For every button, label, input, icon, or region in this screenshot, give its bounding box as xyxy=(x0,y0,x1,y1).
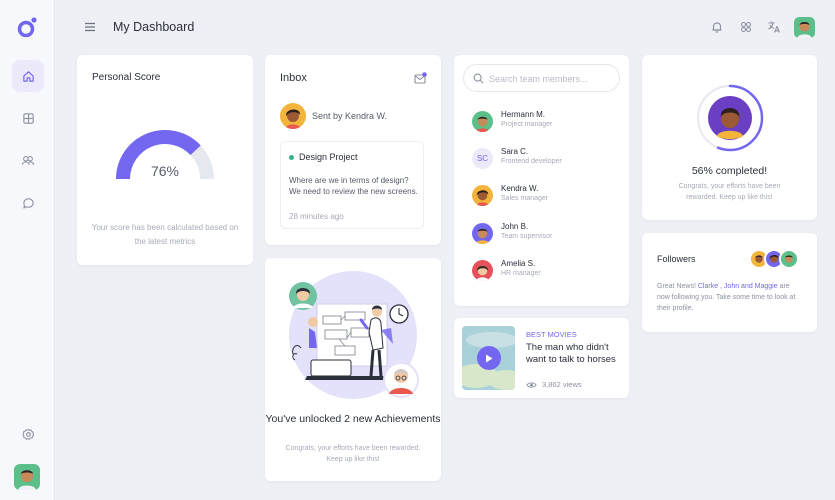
menu-icon[interactable] xyxy=(83,20,97,34)
translate-icon[interactable] xyxy=(767,20,781,34)
bell-icon[interactable] xyxy=(710,20,724,34)
progress-note: Congrats, your efforts have been rewarde… xyxy=(678,183,781,201)
progress-ring xyxy=(696,84,764,152)
achievement-title: You've unlocked 2 new Achievements xyxy=(265,413,441,425)
movie-views: 3,862 views xyxy=(542,380,582,389)
achievement-illustration xyxy=(289,271,419,399)
play-button[interactable] xyxy=(477,346,501,370)
home-icon xyxy=(22,70,34,82)
achievements-card: You've unlocked 2 new Achievements Congr… xyxy=(265,258,441,481)
member-avatar xyxy=(472,260,493,281)
eye-icon xyxy=(526,382,537,388)
score-note: Your score has been calculated based on … xyxy=(91,223,239,246)
play-icon xyxy=(486,354,493,362)
search-box xyxy=(463,64,620,92)
member-role: HR manager xyxy=(501,270,541,277)
users-icon xyxy=(21,155,35,165)
message-body: Where are we in terms of design? We need… xyxy=(289,176,418,196)
score-percent: 76% xyxy=(150,163,180,179)
progress-label: 56% completed! xyxy=(691,165,768,177)
app-logo[interactable] xyxy=(16,16,38,38)
member-initials: SC xyxy=(472,148,493,169)
personal-score-card: Personal Score 76% Your score has been c… xyxy=(77,55,253,265)
search-input[interactable] xyxy=(489,71,614,86)
movie-title: The man who didn't want to talk to horse… xyxy=(526,342,616,365)
profile-avatar[interactable] xyxy=(794,17,815,38)
mail-icon[interactable] xyxy=(414,72,427,84)
message-subject: Design Project xyxy=(299,152,358,162)
page-title: My Dashboard xyxy=(113,20,195,34)
chat-icon xyxy=(22,197,34,209)
sidebar-item-chat[interactable] xyxy=(12,187,44,219)
followers-names[interactable]: Clarke , John and Maggie xyxy=(698,283,778,290)
team-member[interactable]: SC Sara C. Frontend developer xyxy=(472,147,622,171)
inbox-card: Inbox Sent by Kendra W. Design Project W… xyxy=(265,55,441,245)
message-preview[interactable]: Design Project Where are we in terms of … xyxy=(280,141,424,229)
followers-note: Great News! Clarke , John and Maggie are… xyxy=(657,281,802,314)
team-member[interactable]: Amelia S. HR manager xyxy=(472,259,622,283)
movie-thumbnail xyxy=(462,326,515,390)
progress-card: 56% completed! Congrats, your efforts ha… xyxy=(642,55,817,220)
member-avatar xyxy=(472,185,493,206)
sidebar-item-settings[interactable] xyxy=(12,418,44,450)
sidebar xyxy=(0,0,55,500)
grid-icon xyxy=(22,112,34,124)
achievement-note: Congrats, your efforts have been rewarde… xyxy=(285,445,421,463)
sender-label: Sent by Kendra W. xyxy=(312,111,388,121)
sidebar-item-grid[interactable] xyxy=(12,102,44,134)
card-title: Personal Score xyxy=(92,72,161,83)
team-members-card: Hermann M. Project manager SC Sara C. Fr… xyxy=(454,55,629,306)
member-name: Kendra W. xyxy=(501,184,539,193)
member-role: Team supervisor xyxy=(501,233,553,240)
member-name: Sara C. xyxy=(501,147,529,156)
top-bar: My Dashboard xyxy=(55,0,835,55)
followers-title: Followers xyxy=(657,254,696,264)
sender-avatar xyxy=(280,103,306,129)
apps-icon[interactable] xyxy=(739,20,753,34)
unread-dot xyxy=(289,155,294,160)
member-avatar xyxy=(472,223,493,244)
member-name: John B. xyxy=(501,222,529,231)
user-avatar[interactable] xyxy=(14,464,40,490)
team-member[interactable]: Hermann M. Project manager xyxy=(472,110,622,134)
followers-card: Followers Great News! Clarke , John and … xyxy=(642,233,817,332)
member-avatar xyxy=(472,111,493,132)
member-role: Sales manager xyxy=(501,195,549,202)
member-name: Hermann M. xyxy=(501,110,546,119)
follower-avatar[interactable] xyxy=(779,249,799,269)
sidebar-item-users[interactable] xyxy=(12,144,44,176)
message-time: 28 minutes ago xyxy=(289,212,344,221)
team-member[interactable]: Kendra W. Sales manager xyxy=(472,184,622,208)
settings-icon xyxy=(21,428,34,440)
movie-category: BEST MOVIES xyxy=(526,330,577,339)
movie-card[interactable]: BEST MOVIES The man who didn't want to t… xyxy=(454,318,629,398)
follower-avatars xyxy=(749,249,803,271)
inbox-title: Inbox xyxy=(280,72,307,84)
team-member[interactable]: John B. Team supervisor xyxy=(472,222,622,246)
sidebar-item-home[interactable] xyxy=(12,60,44,92)
search-icon xyxy=(473,73,484,84)
member-name: Amelia S. xyxy=(501,259,536,268)
followers-prefix: Great News! xyxy=(657,283,698,290)
member-role: Project manager xyxy=(501,121,553,128)
member-role: Frontend developer xyxy=(501,158,562,165)
